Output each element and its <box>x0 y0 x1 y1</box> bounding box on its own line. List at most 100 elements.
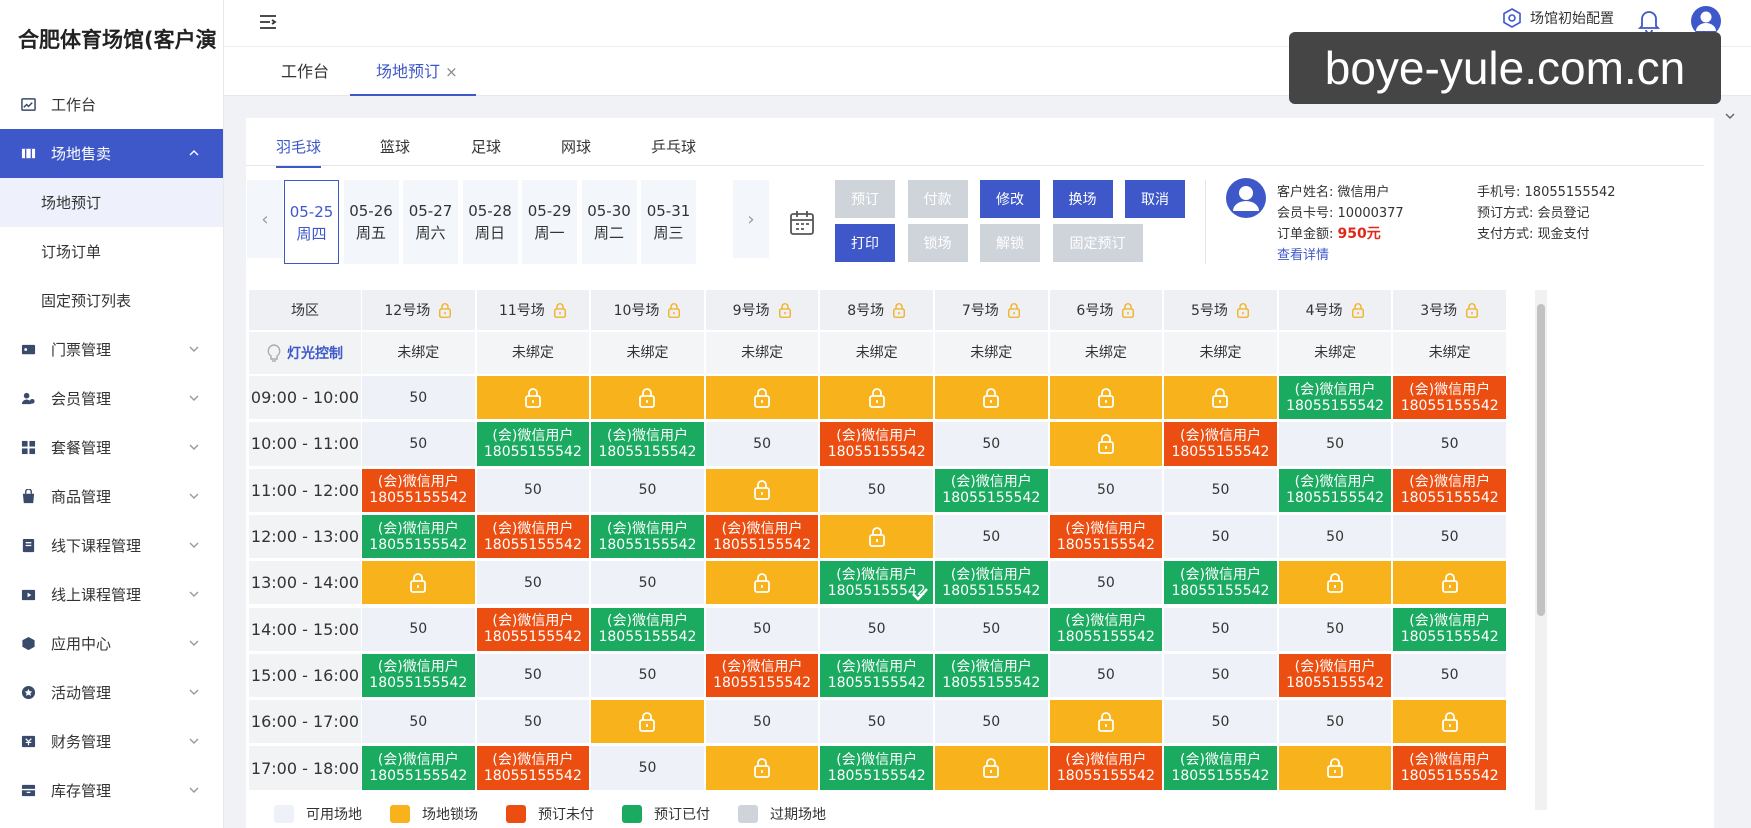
sidebar-item-8[interactable]: 应用中心 <box>0 619 223 668</box>
slot-cell-free[interactable]: 50 <box>705 700 819 744</box>
sidebar-subitem-2[interactable]: 固定预订列表 <box>0 276 223 325</box>
slot-cell-unpaid[interactable]: (会)微信用户 18055155542 <box>362 468 475 512</box>
tab-venue-booking[interactable]: 场地预订 × <box>350 47 476 96</box>
slot-cell-unpaid[interactable]: (会)微信用户 18055155542 <box>820 422 933 466</box>
slot-cell-free[interactable]: 50 <box>935 700 1048 744</box>
sidebar-item-3[interactable]: 会员管理 <box>0 374 223 423</box>
slot-cell-free[interactable]: 50 <box>476 468 590 512</box>
slot-cell-free[interactable]: 50 <box>476 561 590 605</box>
action-button[interactable]: 打印 <box>835 224 895 262</box>
slot-cell-lock[interactable] <box>476 376 590 420</box>
slot-cell-paid[interactable]: (会)微信用户 18055155542 <box>820 746 933 790</box>
slot-cell-paid[interactable]: (会)微信用户 18055155542 <box>362 514 475 559</box>
sidebar-item-6[interactable]: 线下课程管理 <box>0 521 223 570</box>
slot-cell-lock[interactable] <box>1049 422 1163 466</box>
slot-cell-paid[interactable]: (会)微信用户 18055155542 <box>1278 376 1392 420</box>
sidebar-item-2[interactable]: 门票管理 <box>0 325 223 374</box>
slot-cell-lock[interactable] <box>1278 746 1392 790</box>
slot-cell-paid[interactable]: (会)微信用户 18055155542 <box>362 746 475 790</box>
date-cell[interactable]: 05-27 周六 <box>403 180 458 264</box>
sport-tab-football[interactable]: 足球 <box>471 136 501 157</box>
slot-cell-free[interactable]: 50 <box>1393 514 1506 559</box>
slot-cell-free[interactable]: 50 <box>591 746 704 790</box>
slot-cell-free[interactable]: 50 <box>935 422 1048 466</box>
slot-cell-lock[interactable] <box>1393 561 1506 605</box>
slot-cell-unpaid[interactable]: (会)微信用户 18055155542 <box>476 514 590 559</box>
action-button[interactable]: 预订 <box>835 180 895 218</box>
sidebar-subitem-1[interactable]: 订场订单 <box>0 227 223 276</box>
slot-cell-lock[interactable] <box>362 561 475 605</box>
tabs-more-icon[interactable] <box>1723 109 1737 123</box>
slot-cell-free[interactable]: 50 <box>820 607 933 651</box>
sport-tab-basketball[interactable]: 篮球 <box>380 136 410 157</box>
slot-cell-free[interactable]: 50 <box>1164 514 1277 559</box>
grid-scroll-thumb[interactable] <box>1537 304 1545 616</box>
slot-cell-unpaid[interactable]: (会)微信用户 18055155542 <box>705 653 819 698</box>
slot-cell-lock[interactable] <box>1278 561 1392 605</box>
notification-bell-icon[interactable] <box>1638 9 1660 33</box>
slot-cell-paid[interactable]: (会)微信用户 18055155542 <box>1393 607 1506 651</box>
slot-cell-paid[interactable]: (会)微信用户 18055155542 <box>820 561 933 605</box>
calendar-icon[interactable] <box>789 210 815 236</box>
slot-cell-unpaid[interactable]: (会)微信用户 18055155542 <box>476 746 590 790</box>
slot-cell-free[interactable]: 50 <box>1278 607 1392 651</box>
slot-cell-free[interactable]: 50 <box>1164 607 1277 651</box>
slot-cell-unpaid[interactable]: (会)微信用户 18055155542 <box>1278 653 1392 698</box>
slot-cell-free[interactable]: 50 <box>820 468 933 512</box>
slot-cell-free[interactable]: 50 <box>362 700 475 744</box>
slot-cell-free[interactable]: 50 <box>1049 561 1163 605</box>
slot-cell-free[interactable]: 50 <box>820 700 933 744</box>
action-button[interactable]: 换场 <box>1052 180 1113 218</box>
slot-cell-free[interactable]: 50 <box>1393 422 1506 466</box>
slot-cell-unpaid[interactable]: (会)微信用户 18055155542 <box>1049 514 1163 559</box>
action-button[interactable]: 锁场 <box>907 224 968 262</box>
slot-cell-unpaid[interactable]: (会)微信用户 18055155542 <box>705 514 819 559</box>
light-control-button[interactable]: 灯光控制 <box>249 332 361 374</box>
sidebar-item-7[interactable]: 线上课程管理 <box>0 570 223 619</box>
slot-cell-paid[interactable]: (会)微信用户 18055155542 <box>935 561 1048 605</box>
tab-close-icon[interactable]: × <box>445 63 458 81</box>
slot-cell-free[interactable]: 50 <box>591 653 704 698</box>
date-cell[interactable]: 05-30 周二 <box>581 180 637 264</box>
slot-cell-free[interactable]: 50 <box>591 468 704 512</box>
sidebar-item-4[interactable]: 套餐管理 <box>0 423 223 472</box>
slot-cell-lock[interactable] <box>1049 376 1163 420</box>
slot-cell-unpaid[interactable]: (会)微信用户 18055155542 <box>1393 746 1506 790</box>
sport-tab-table-tennis[interactable]: 乒乓球 <box>651 136 696 157</box>
action-button[interactable]: 付款 <box>907 180 968 218</box>
slot-cell-lock[interactable] <box>1049 700 1163 744</box>
slot-cell-lock[interactable] <box>820 376 933 420</box>
view-detail-link[interactable]: 查看详情 <box>1277 244 1329 263</box>
date-prev-button[interactable]: ‹ <box>247 180 283 258</box>
slot-cell-free[interactable]: 50 <box>591 561 704 605</box>
slot-cell-lock[interactable] <box>1164 376 1277 420</box>
slot-cell-lock[interactable] <box>705 746 819 790</box>
slot-cell-free[interactable]: 50 <box>1049 468 1163 512</box>
date-cell[interactable]: 05-26 周五 <box>343 180 399 264</box>
slot-cell-free[interactable]: 50 <box>1393 653 1506 698</box>
slot-cell-lock[interactable] <box>705 376 819 420</box>
slot-cell-lock[interactable] <box>935 746 1048 790</box>
slot-cell-free[interactable]: 50 <box>705 422 819 466</box>
slot-cell-free[interactable]: 50 <box>705 607 819 651</box>
action-button[interactable]: 解锁 <box>980 224 1040 262</box>
slot-cell-paid[interactable]: (会)微信用户 18055155542 <box>1164 561 1277 605</box>
slot-cell-paid[interactable]: (会)微信用户 18055155542 <box>1164 746 1277 790</box>
slot-cell-free[interactable]: 50 <box>476 700 590 744</box>
venue-config-button[interactable]: 场馆初始配置 <box>1502 8 1614 28</box>
sidebar-item-9[interactable]: 活动管理 <box>0 668 223 717</box>
slot-cell-free[interactable]: 50 <box>362 422 475 466</box>
slot-cell-lock[interactable] <box>591 376 704 420</box>
slot-cell-paid[interactable]: (会)微信用户 18055155542 <box>591 514 704 559</box>
slot-cell-unpaid[interactable]: (会)微信用户 18055155542 <box>1393 376 1506 420</box>
slot-cell-free[interactable]: 50 <box>476 653 590 698</box>
action-button[interactable]: 固定预订 <box>1052 224 1143 262</box>
slot-cell-unpaid[interactable]: (会)微信用户 18055155542 <box>1164 422 1277 466</box>
sidebar-subitem-0[interactable]: 场地预订 <box>0 178 223 227</box>
sport-tab-badminton[interactable]: 羽毛球 <box>276 136 322 168</box>
slot-cell-paid[interactable]: (会)微信用户 18055155542 <box>1278 468 1392 512</box>
menu-collapse-icon[interactable] <box>258 12 278 32</box>
slot-cell-free[interactable]: 50 <box>1164 468 1277 512</box>
slot-cell-free[interactable]: 50 <box>362 607 475 651</box>
slot-cell-free[interactable]: 50 <box>1278 514 1392 559</box>
